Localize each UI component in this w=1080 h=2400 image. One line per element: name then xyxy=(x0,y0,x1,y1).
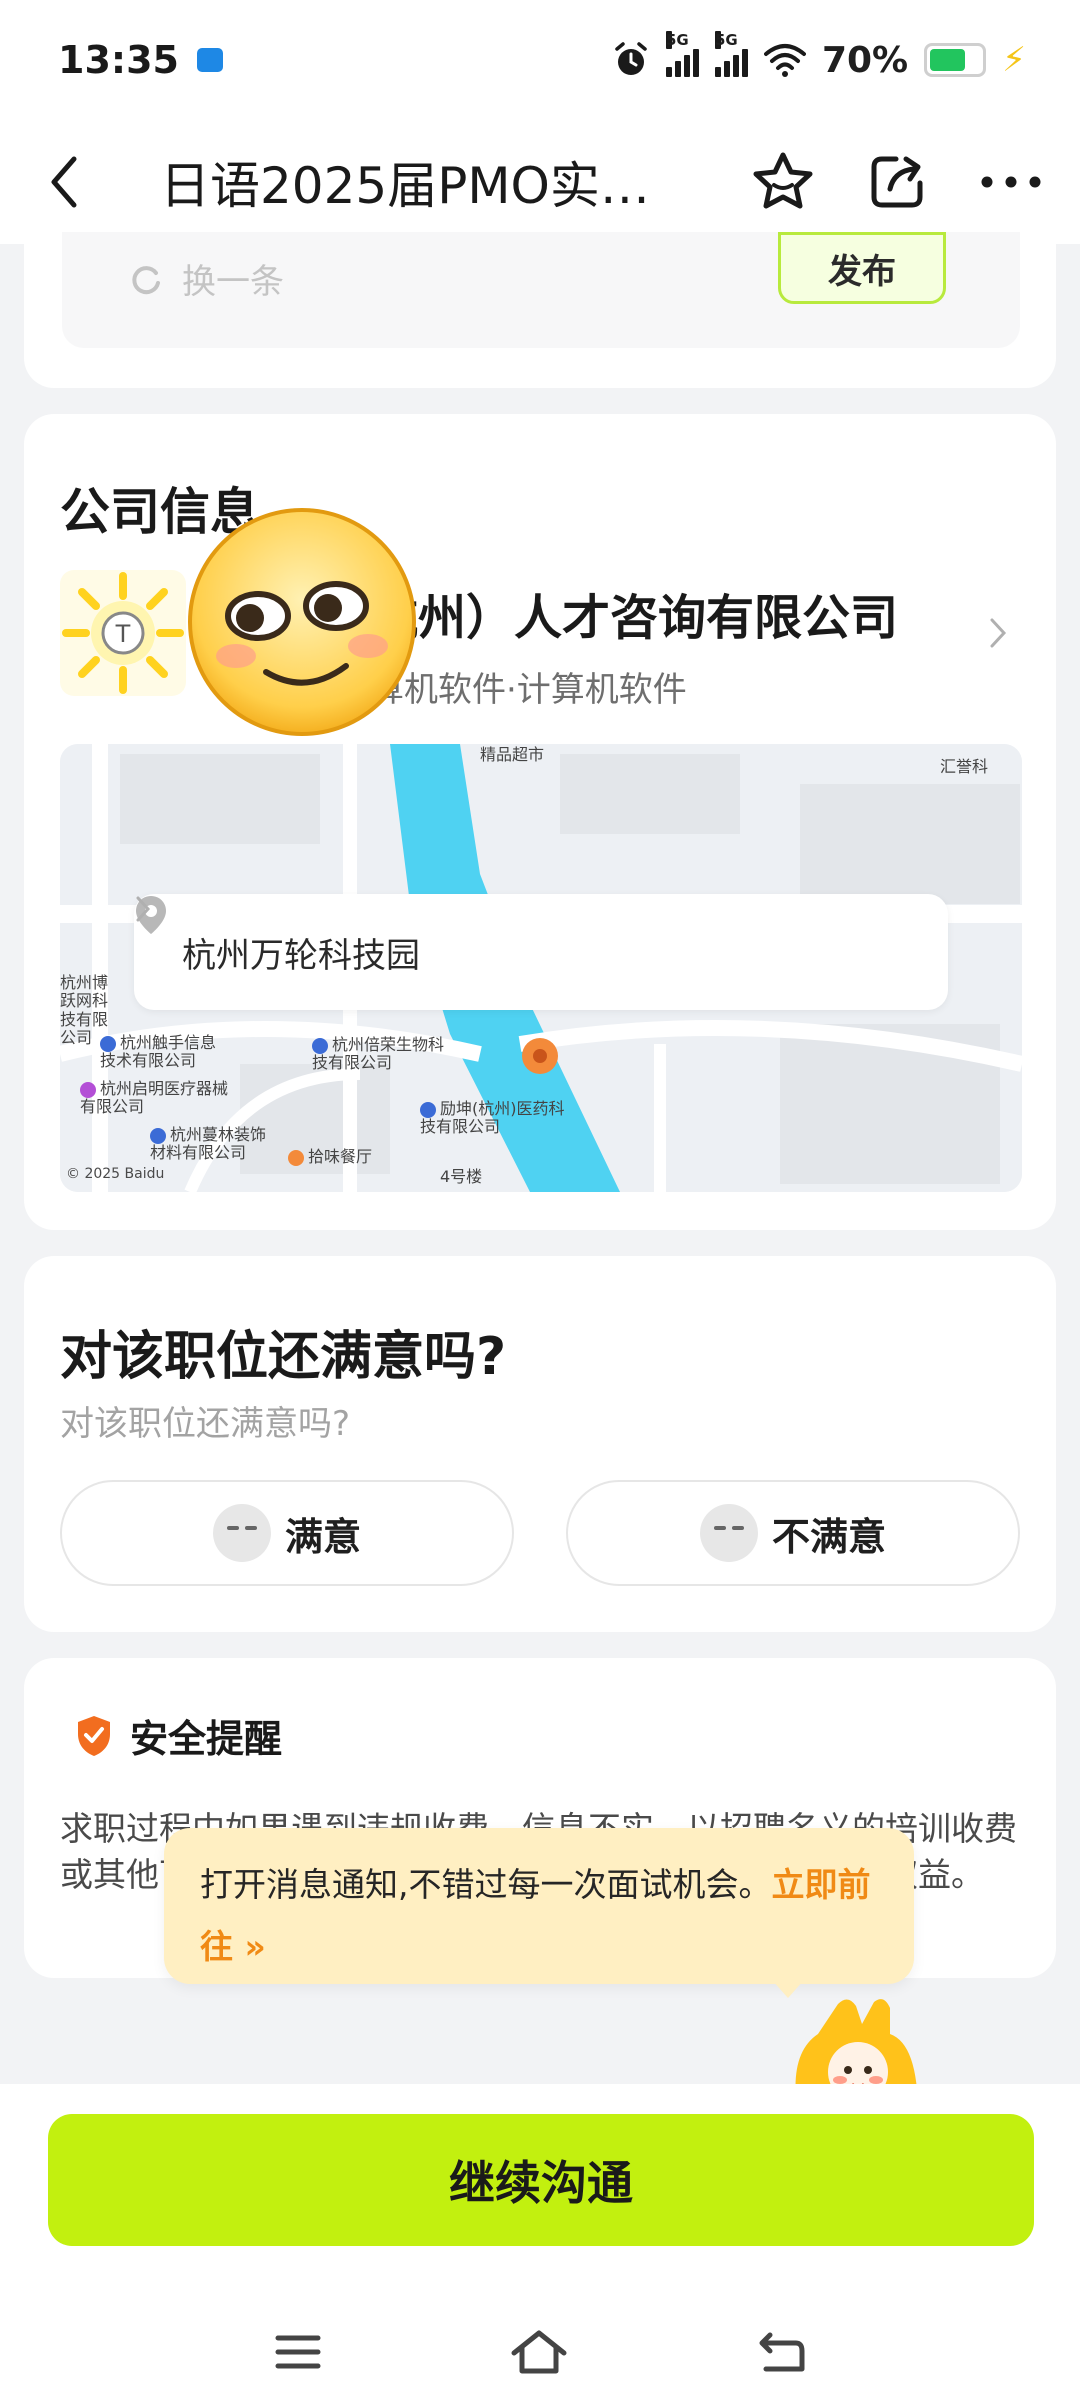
page-title: 日语2025届PMO实… xyxy=(160,157,650,215)
company-logo: T xyxy=(60,570,186,696)
back-icon xyxy=(51,156,77,208)
status-right: 5G 5G 70% ⚡ xyxy=(612,31,1026,81)
battery-fill xyxy=(930,49,966,71)
status-left: 13:35 xyxy=(58,38,223,82)
bottom-action-area: 继续沟通 xyxy=(0,2084,1080,2400)
battery-icon xyxy=(924,43,987,77)
share-icon xyxy=(871,156,923,208)
map-location-card[interactable]: 杭州万轮科技园 xyxy=(134,894,948,1010)
more-button[interactable] xyxy=(976,147,1046,217)
notification-app-icon xyxy=(196,48,223,72)
map-poi: 精品超市 xyxy=(480,745,545,764)
share-button[interactable] xyxy=(862,147,932,217)
signal-icon: 5G xyxy=(714,31,748,77)
network-type-label: 5G xyxy=(665,31,689,49)
happy-face-icon xyxy=(212,1504,271,1562)
satisfaction-subtitle: 对该职位还满意吗? xyxy=(60,1404,351,1444)
continue-chat-button[interactable]: 继续沟通 xyxy=(48,2114,1034,2246)
system-nav-bar xyxy=(0,2304,1080,2400)
map-poi: 杭州启明医疗器械有限公司 xyxy=(80,1079,229,1117)
map-poi: 励坤(杭州)医药科技有限公司 xyxy=(420,1099,565,1137)
refresh-button[interactable]: 换一条 xyxy=(128,254,284,303)
sun-logo-icon: T xyxy=(62,572,184,694)
safety-title: 安全提醒 xyxy=(130,1717,283,1761)
charging-icon: ⚡ xyxy=(1002,40,1026,80)
refresh-icon xyxy=(132,265,160,294)
location-label: 杭州万轮科技园 xyxy=(182,935,420,976)
satisfied-button[interactable]: 满意 xyxy=(60,1480,514,1586)
refresh-label: 换一条 xyxy=(182,262,284,302)
more-icon xyxy=(981,176,1041,188)
svg-text:T: T xyxy=(115,620,131,648)
smirk-emoji-sticker xyxy=(188,508,416,736)
star-icon xyxy=(753,152,813,209)
publish-button[interactable]: 发布 xyxy=(778,232,946,304)
toast-message: 打开消息通知,不错过每一次面试机会。 xyxy=(200,1865,772,1904)
status-bar: 13:35 5G 5G 70% ⚡ xyxy=(0,0,1080,120)
home-icon[interactable] xyxy=(510,2327,568,2377)
map-poi: 汇誉科 xyxy=(940,757,989,776)
signal-icon: 5G xyxy=(665,31,699,77)
shield-icon xyxy=(78,1715,110,1756)
map-poi: 拾味餐厅 xyxy=(288,1147,372,1166)
map-poi: 杭州蔓林装饰材料有限公司 xyxy=(150,1125,267,1163)
satisfied-label: 满意 xyxy=(284,1514,361,1559)
company-info-card: 公司信息 T 杭州）人才咨询有限公司 算机软件·计算机软件 精品超市 汇誉科 杭… xyxy=(24,414,1056,1230)
unsatisfied-button[interactable]: 不满意 xyxy=(566,1480,1020,1586)
comment-input-box: 换一条 发布 xyxy=(62,232,1020,348)
map-poi: 杭州倍荣生物科技有限公司 xyxy=(312,1035,445,1073)
notification-toast[interactable]: 打开消息通知,不错过每一次面试机会。立即前往 » xyxy=(164,1828,914,1984)
map-poi: 杭州触手信息技术有限公司 xyxy=(100,1033,217,1071)
status-time: 13:35 xyxy=(58,38,179,82)
battery-percent: 70% xyxy=(821,39,909,81)
satisfaction-card: 对该职位还满意吗? 对该职位还满意吗? 满意 不满意 xyxy=(24,1256,1056,1632)
wifi-icon xyxy=(763,44,806,77)
unsatisfied-label: 不满意 xyxy=(771,1514,886,1559)
sad-face-icon xyxy=(699,1504,758,1562)
map-poi: 4号楼 xyxy=(440,1167,483,1186)
chevron-right-icon xyxy=(988,616,1008,654)
back-button[interactable] xyxy=(34,152,94,212)
comment-card: 换一条 发布 xyxy=(24,220,1056,388)
location-map[interactable]: 精品超市 汇誉科 杭州博跃网科技有限公司 杭州触手信息技术有限公司 杭州启明医疗… xyxy=(60,744,1022,1192)
header-actions xyxy=(748,147,1046,217)
map-copyright: © 2025 Baidu xyxy=(66,1166,165,1182)
back-nav-icon[interactable] xyxy=(756,2329,806,2375)
company-name: 杭州）人才咨询有限公司 xyxy=(370,590,899,646)
network-type-label: 5G xyxy=(714,31,738,49)
alarm-icon xyxy=(615,42,647,75)
favorite-button[interactable] xyxy=(748,147,818,217)
satisfaction-title: 对该职位还满意吗? xyxy=(60,1327,507,1387)
menu-icon[interactable] xyxy=(274,2332,322,2372)
safety-header: 安全提醒 xyxy=(74,1708,282,1763)
